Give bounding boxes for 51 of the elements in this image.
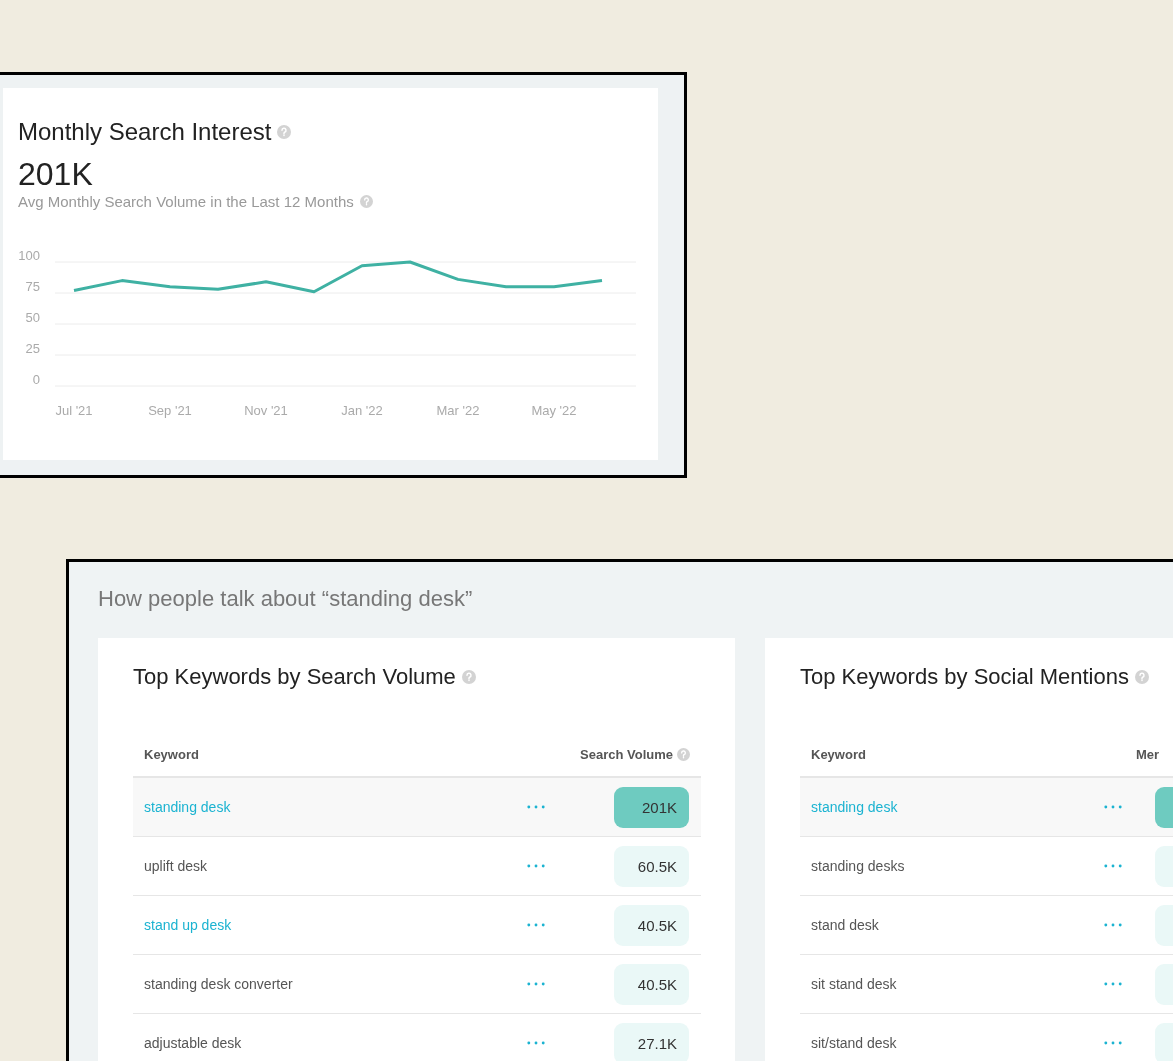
x-tick-label: Jan '22 — [341, 403, 383, 418]
help-icon[interactable] — [277, 125, 292, 139]
keyword-text: uplift desk — [144, 858, 208, 874]
help-icon[interactable] — [1134, 670, 1149, 684]
metric-value: 201K — [18, 156, 94, 193]
y-tick-label: 75 — [25, 279, 40, 294]
column-header: Search Volume — [580, 746, 673, 762]
more-icon[interactable] — [527, 923, 545, 927]
more-icon[interactable] — [527, 864, 545, 868]
more-icon[interactable] — [527, 982, 545, 986]
more-icon[interactable] — [1104, 864, 1122, 868]
column-header: Keyword — [144, 746, 199, 762]
keyword-link[interactable]: standing desk — [811, 799, 898, 815]
more-icon[interactable] — [1104, 805, 1122, 809]
keyword-link[interactable]: standing desk — [144, 799, 231, 815]
x-tick-label: May '22 — [531, 403, 577, 418]
more-icon[interactable] — [1104, 982, 1122, 986]
card-title: Top Keywords by Search Volume — [133, 664, 456, 690]
y-tick-label: 0 — [32, 372, 40, 387]
keyword-text: stand desk — [811, 917, 879, 933]
card-title: Top Keywords by Social Mentions — [800, 664, 1129, 690]
card-title: Monthly Search Interest — [18, 118, 272, 146]
section-heading: How people talk about “standing desk” — [98, 586, 474, 612]
help-icon[interactable] — [461, 670, 476, 684]
x-tick-label: Sep '21 — [148, 403, 192, 418]
value-badge: 40.5K — [614, 904, 689, 946]
value-badge: 60.5K — [614, 845, 689, 887]
more-icon[interactable] — [527, 1041, 545, 1045]
keyword-text: standing desks — [811, 858, 905, 874]
keyword-text: sit/stand desk — [811, 1035, 897, 1051]
x-tick-label: Mar '22 — [436, 403, 480, 418]
keyword-text: adjustable desk — [144, 1035, 242, 1051]
keyword-text: standing desk converter — [144, 976, 293, 992]
column-header: Mer — [1135, 746, 1160, 762]
y-tick-label: 25 — [25, 341, 40, 356]
value-badge: 201K — [614, 786, 689, 828]
column-header: Keyword — [811, 746, 866, 762]
help-icon[interactable] — [677, 747, 690, 761]
more-icon[interactable] — [1104, 923, 1122, 927]
x-tick-label: Nov '21 — [244, 403, 288, 418]
help-icon[interactable] — [359, 195, 373, 208]
x-tick-label: Jul '21 — [55, 403, 93, 418]
keyword-text: sit stand desk — [811, 976, 897, 992]
keyword-link[interactable]: stand up desk — [144, 917, 232, 933]
y-tick-label: 100 — [18, 248, 40, 263]
value-badge: 27.1K — [614, 1022, 689, 1061]
y-tick-label: 50 — [25, 310, 40, 325]
metric-subtitle: Avg Monthly Search Volume in the Last 12 Months — [18, 193, 354, 210]
more-icon[interactable] — [1104, 1041, 1122, 1045]
value-badge: 40.5K — [614, 963, 689, 1005]
more-icon[interactable] — [527, 805, 545, 809]
